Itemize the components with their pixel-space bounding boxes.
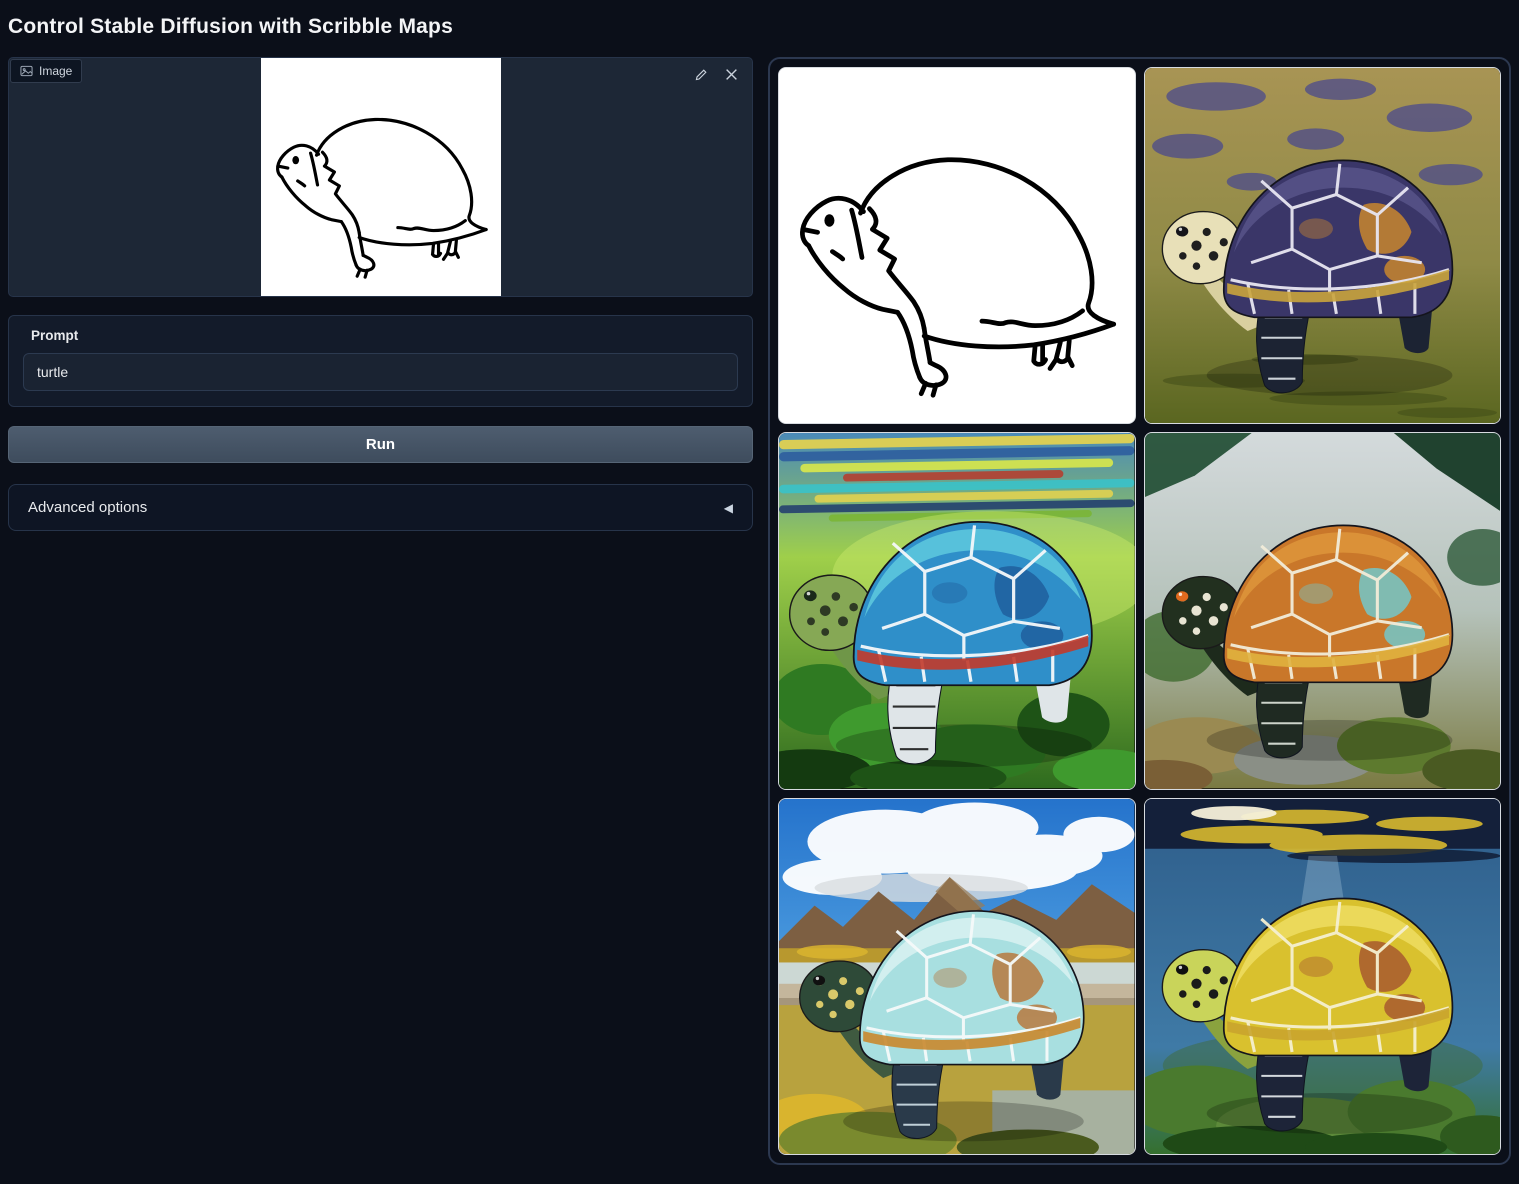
gallery-item-generated-3[interactable] [1144,432,1502,789]
generated-turtle-image [779,433,1135,788]
prompt-component: Prompt [8,315,753,407]
page-title: Control Stable Diffusion with Scribble M… [8,0,1511,57]
image-input-component: Image [8,57,753,297]
advanced-options-label: Advanced options [28,499,147,516]
generated-turtle-image [779,799,1135,1154]
app-root: Control Stable Diffusion with Scribble M… [0,0,1519,1165]
run-button[interactable]: Run [8,426,753,463]
generated-turtle-image [1145,68,1501,423]
image-icon [20,65,33,77]
image-component-label-text: Image [39,64,72,78]
gallery-item-generated-1[interactable] [1144,67,1502,424]
generated-turtle-image [1145,799,1501,1154]
scribble-canvas[interactable] [261,58,501,296]
output-column [768,57,1511,1165]
controls-column: Image [8,57,753,531]
chevron-left-icon: ◀ [724,502,733,514]
gallery-item-scribble[interactable] [778,67,1136,424]
gallery-item-generated-5[interactable] [1144,798,1502,1155]
scribble-turtle-drawing [261,58,501,296]
prompt-input[interactable] [23,353,738,391]
result-gallery [768,57,1511,1165]
image-component-label: Image [10,59,82,83]
gallery-item-generated-4[interactable] [778,798,1136,1155]
close-icon [725,68,738,81]
prompt-label: Prompt [31,328,738,343]
gallery-item-generated-2[interactable] [778,432,1136,789]
edit-image-button[interactable] [693,66,710,83]
advanced-options-accordion[interactable]: Advanced options ◀ [8,484,753,531]
generated-turtle-image [1145,433,1501,788]
scribble-turtle-image [779,68,1135,423]
clear-image-button[interactable] [723,66,740,83]
pencil-icon [694,67,709,82]
